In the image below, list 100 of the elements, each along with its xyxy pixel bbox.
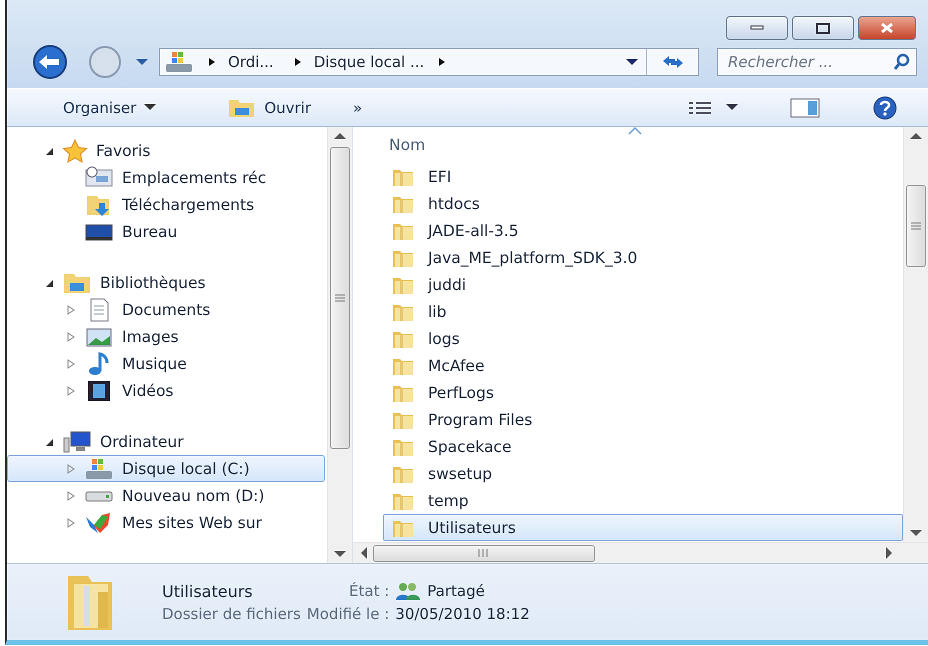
folder-row[interactable]: EFI bbox=[383, 163, 903, 190]
drive-icon bbox=[84, 456, 114, 480]
column-header[interactable]: Nom bbox=[389, 136, 426, 154]
folder-name[interactable]: temp bbox=[428, 492, 469, 510]
expand-arrow-icon[interactable] bbox=[66, 358, 76, 368]
nav-item-label[interactable]: Images bbox=[122, 328, 179, 346]
folder-row[interactable]: Spacekace bbox=[383, 433, 903, 460]
expand-arrow-icon[interactable] bbox=[66, 332, 76, 342]
preview-pane-icon bbox=[790, 98, 820, 118]
nav-item-label[interactable]: Bureau bbox=[122, 222, 178, 240]
expand-arrow-icon[interactable] bbox=[66, 464, 76, 474]
nav-item[interactable]: Disque local (C:) bbox=[7, 455, 325, 482]
folder-row[interactable]: JADE-all-3.5 bbox=[383, 217, 903, 244]
nav-group[interactable]: Bibliothèques bbox=[7, 269, 325, 296]
breadcrumb[interactable]: Ordi... bbox=[228, 53, 274, 71]
collapse-arrow-icon[interactable] bbox=[44, 146, 54, 156]
address-bar[interactable]: Ordi... Disque local ... bbox=[159, 48, 699, 76]
nav-group[interactable]: Favoris bbox=[7, 137, 325, 164]
close-icon bbox=[880, 22, 894, 34]
folder-name[interactable]: Utilisateurs bbox=[428, 518, 516, 536]
field-value: 30/05/2010 18:12 bbox=[395, 605, 530, 623]
nav-item-label[interactable]: Nouveau nom (D:) bbox=[122, 486, 264, 504]
breadcrumb-arrow-icon[interactable] bbox=[438, 57, 446, 67]
folder-row[interactable]: htdocs bbox=[383, 190, 903, 217]
scroll-thumb[interactable] bbox=[906, 185, 926, 267]
close-button[interactable] bbox=[858, 16, 916, 40]
collapse-arrow-icon[interactable] bbox=[44, 278, 54, 288]
nav-item-label[interactable]: Emplacements réc bbox=[122, 168, 266, 186]
grip-icon bbox=[335, 294, 345, 302]
folder-row[interactable]: logs bbox=[383, 325, 903, 352]
nav-item-label[interactable]: Musique bbox=[122, 354, 187, 372]
minimize-button[interactable] bbox=[726, 16, 788, 40]
nav-group-label[interactable]: Ordinateur bbox=[100, 432, 184, 450]
folder-name[interactable]: swsetup bbox=[428, 464, 492, 482]
field-label: État : bbox=[348, 582, 390, 600]
folder-name[interactable]: PerfLogs bbox=[428, 384, 494, 402]
nav-item[interactable]: Images bbox=[7, 323, 325, 350]
nav-item-label[interactable]: Téléchargements bbox=[122, 196, 254, 214]
maximize-button[interactable] bbox=[792, 16, 854, 40]
scroll-right-arrow-icon[interactable] bbox=[886, 547, 892, 559]
nav-group[interactable]: Ordinateur bbox=[7, 428, 325, 455]
scroll-thumb[interactable] bbox=[373, 544, 595, 562]
folder-name[interactable]: juddi bbox=[428, 276, 466, 294]
breadcrumb-arrow-icon[interactable] bbox=[208, 57, 216, 67]
drive-icon bbox=[84, 490, 114, 502]
folder-name[interactable]: EFI bbox=[428, 168, 452, 186]
folder-name[interactable]: Program Files bbox=[428, 410, 532, 428]
folder-name[interactable]: lib bbox=[428, 302, 446, 320]
scroll-thumb[interactable] bbox=[330, 147, 350, 449]
open-button[interactable]: Ouvrir bbox=[222, 94, 318, 122]
folder-name[interactable]: logs bbox=[428, 330, 460, 348]
more-commands-button[interactable]: » bbox=[347, 94, 368, 120]
folder-name[interactable]: Spacekace bbox=[428, 438, 512, 456]
expand-arrow-icon[interactable] bbox=[66, 386, 76, 396]
caret-icon bbox=[144, 104, 156, 111]
folder-name[interactable]: McAfee bbox=[428, 356, 484, 374]
organize-menu[interactable]: Organiser bbox=[57, 94, 162, 120]
horizontal-scrollbar[interactable] bbox=[353, 542, 928, 563]
folder-row[interactable]: lib bbox=[383, 298, 903, 325]
nav-group-label[interactable]: Bibliothèques bbox=[100, 274, 206, 292]
nav-item[interactable]: Musique bbox=[7, 350, 325, 377]
folder-row[interactable]: Program Files bbox=[383, 406, 903, 433]
nav-item[interactable]: Nouveau nom (D:) bbox=[7, 482, 325, 509]
grip-icon bbox=[911, 222, 921, 230]
search-field[interactable]: Rechercher ... bbox=[717, 48, 917, 76]
nav-item[interactable]: Documents bbox=[7, 296, 325, 323]
nav-item[interactable]: Bureau bbox=[7, 218, 325, 245]
folder-name[interactable]: Java_ME_platform_SDK_3.0 bbox=[428, 248, 638, 266]
folder-row[interactable]: temp bbox=[383, 487, 903, 514]
expand-arrow-icon[interactable] bbox=[66, 304, 76, 314]
nav-item-label[interactable]: Mes sites Web sur bbox=[122, 514, 262, 532]
folder-row[interactable]: McAfee bbox=[383, 352, 903, 379]
nav-item[interactable]: Téléchargements bbox=[7, 191, 325, 218]
nav-item-label[interactable]: Disque local (C:) bbox=[122, 460, 250, 478]
expand-arrow-icon[interactable] bbox=[66, 518, 76, 528]
recent-places-icon bbox=[84, 166, 114, 190]
breadcrumb-arrow-icon[interactable] bbox=[294, 57, 302, 67]
folder-row[interactable]: PerfLogs bbox=[383, 379, 903, 406]
collapse-arrow-icon[interactable] bbox=[44, 436, 54, 446]
nav-group-label[interactable]: Favoris bbox=[96, 142, 150, 160]
caret-icon bbox=[726, 104, 738, 111]
minimize-icon bbox=[750, 25, 764, 31]
dropdown-arrow-icon[interactable] bbox=[626, 58, 638, 66]
expand-arrow-icon[interactable] bbox=[66, 490, 76, 500]
nav-item[interactable]: Emplacements réc bbox=[7, 164, 325, 191]
folder-row[interactable]: swsetup bbox=[383, 460, 903, 487]
nav-item[interactable]: Vidéos bbox=[7, 377, 325, 404]
nav-item[interactable]: Mes sites Web sur bbox=[7, 509, 325, 536]
maximize-icon bbox=[816, 22, 830, 34]
folder-row[interactable]: juddi bbox=[383, 271, 903, 298]
nav-item-label[interactable]: Documents bbox=[122, 300, 210, 318]
field-label: Modifié le : bbox=[306, 605, 390, 623]
computer-icon bbox=[62, 430, 92, 454]
folder-name[interactable]: JADE-all-3.5 bbox=[428, 222, 519, 240]
scroll-left-arrow-icon[interactable] bbox=[361, 547, 367, 559]
folder-row[interactable]: Java_ME_platform_SDK_3.0 bbox=[383, 244, 903, 271]
folder-name[interactable]: htdocs bbox=[428, 194, 480, 212]
nav-item-label[interactable]: Vidéos bbox=[122, 382, 174, 400]
folder-row[interactable]: Utilisateurs bbox=[383, 514, 903, 541]
breadcrumb[interactable]: Disque local ... bbox=[314, 53, 424, 71]
